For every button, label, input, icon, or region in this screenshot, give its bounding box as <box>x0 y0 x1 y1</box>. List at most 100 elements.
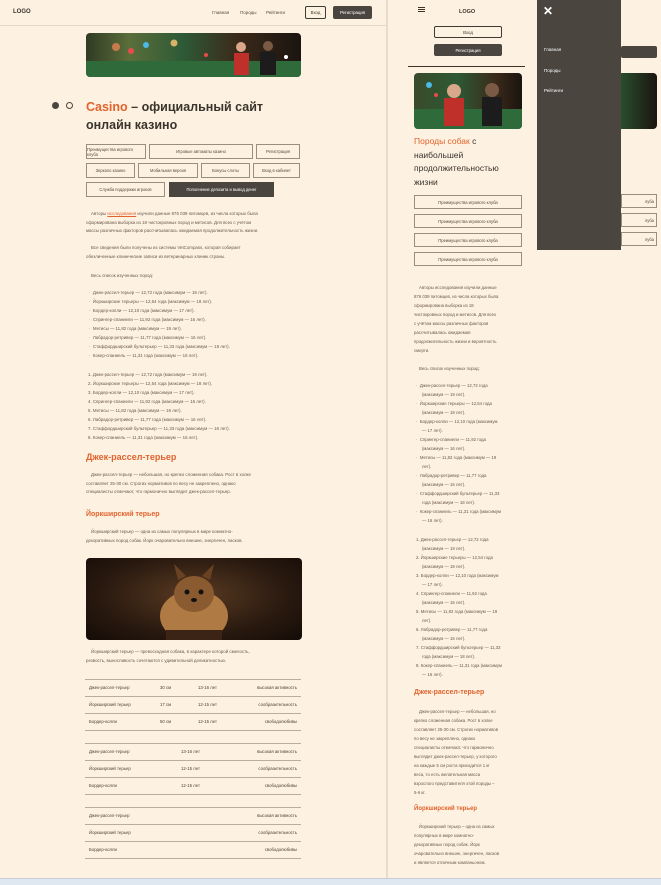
nav-item-ratings[interactable]: Рейтинги <box>266 10 285 15</box>
logo[interactable]: LOGO <box>13 9 31 15</box>
close-icon[interactable]: ✕ <box>543 4 553 18</box>
nav-item-breeds[interactable]: Породы <box>240 10 257 15</box>
mobile-heading-jack: Джек-рассел-терьер <box>414 689 485 696</box>
mobile-jack-line: крепко сложенная собака. Рост в холке <box>414 718 493 723</box>
list-item: 8. Кокер-спаниель — 11,31 года (максимум <box>416 663 502 668</box>
tag-slots[interactable]: Игровые автоматы казино <box>149 144 253 159</box>
list-item: (максимум — 16 лет). <box>422 446 466 451</box>
mobile-jack-line: по весу не закреплено, однако <box>414 736 476 741</box>
mobile-login-button[interactable]: Вход <box>434 26 502 38</box>
tag-mobile[interactable]: Мобильная версия <box>138 163 198 178</box>
drawer-item-ratings[interactable]: Рейтинги <box>544 88 563 93</box>
york-paragraph: Йоркширский терьер — одна из самых попул… <box>86 528 311 545</box>
list-item: · Метисы — 11,82 года (максимум — 19 <box>416 455 497 460</box>
mobile-jack-line: составляет 25-30 см. Строгих нормативов <box>414 727 498 732</box>
list-item: 4. Спрингер-спаниели — 11,92 года (макси… <box>88 399 206 404</box>
jack-line-1: Джек-рассел-терьер — небольшая, но крепк… <box>91 472 251 477</box>
mobile-title-line-3: продолжительностью <box>414 163 499 173</box>
nav-drawer: ✕ Главная Породы Рейтинги <box>537 0 621 250</box>
table-row: Йоркширский терьер 12-15 лет сообразительн… <box>85 761 301 778</box>
mobile-jack-line: выглядит джек-рассел-терьер, у которого <box>414 754 497 759</box>
dog-icon <box>160 564 228 640</box>
mobile-tag[interactable]: Преимущества игрового клуба <box>414 233 522 247</box>
tag-bonus[interactable]: Бонусы слоты <box>201 163 250 178</box>
list-item: (максимум — 16 лет). <box>422 600 466 605</box>
mobile-york-line: и является отличным компаньоном. <box>414 860 486 865</box>
casino-scene-icon <box>414 82 522 129</box>
tag-registration[interactable]: Регистрация <box>256 144 300 159</box>
list-item: · Йоркширские терьеры — 12,54 года (макс… <box>89 299 213 304</box>
table-row: Бордер-колли 12-15 лет свободолюбивы <box>85 778 301 795</box>
mobile-jack-line: взрослого представителя этой породы – <box>414 781 495 786</box>
list-item: лет). <box>422 464 432 469</box>
list-item: 5. Метисы — 11,82 года (максимум — 19 <box>416 609 498 614</box>
nav-item-main[interactable]: Главная <box>212 10 229 15</box>
mobile-intro-line: с учётом массы различных факторов <box>414 321 489 326</box>
york-line-2: декоративных пород собак. Йорк очаровате… <box>86 537 243 543</box>
mobile-intro-line: 876 039 питомцев, из числа которых была <box>414 294 499 299</box>
scrollbar[interactable] <box>386 0 388 885</box>
mobile-york-paragraph: Йоркширский терьер – одна из самых попул… <box>414 822 524 867</box>
list-item: · Метисы — 11,82 года (максимум — 19 лет… <box>89 326 182 331</box>
mobile-tag[interactable]: Преимущества игрового клуба <box>414 195 522 209</box>
list-item: · Лабрадор-ретривер — 11,77 года <box>416 473 487 478</box>
list-item: · Йоркширские терьеры — 12,54 года <box>416 401 492 406</box>
list-item: года (максимум — 18 лет). <box>422 654 476 659</box>
list-item: 4. Спрингер-спаниели — 11,92 года <box>416 591 487 596</box>
list-item: 3. Бордер-колли — 12,10 года (максимум <box>416 573 499 578</box>
mobile-york-line: Йоркширский терьер – одна из самых <box>419 824 495 829</box>
drawer-item-main[interactable]: Главная <box>544 47 561 52</box>
list-item: · Спрингер-спаниели — 11,92 года (максим… <box>89 317 206 322</box>
mobile-register-button[interactable]: Регистрация <box>434 44 502 56</box>
list-item: 3. Бордер-колли — 12,10 года (максимум —… <box>88 390 195 395</box>
mobile-jack-line: на каждые 5 см роста приходится 1 кг <box>414 763 490 768</box>
list-item: — 17 лет). <box>422 428 443 433</box>
mobile-title-line-4: жизни <box>414 176 438 187</box>
mobile-list-heading: Весь список изученных пород: <box>419 366 480 371</box>
drawer-item-breeds[interactable]: Породы <box>544 68 561 73</box>
york-line-1: Йоркширский терьер — одна из самых попул… <box>91 529 233 534</box>
login-button[interactable]: Вход <box>305 6 326 19</box>
jack-line-2: составляет 25-30 см. Строгих нормативов … <box>86 480 236 486</box>
hamburger-icon[interactable] <box>418 7 425 12</box>
tag-support[interactable]: Служба поддержки игроков <box>86 182 165 197</box>
mobile-logo[interactable]: LOGO <box>459 9 475 15</box>
list-item: (максимум — 19 лет). <box>422 392 466 397</box>
tag-cabinet[interactable]: Вход в кабинет <box>253 163 300 178</box>
list-item: · Стаффордширский бультерьер — 11,33 год… <box>89 344 230 349</box>
list-item: 8. Кокер-спаниель — 11,31 года (максимум… <box>88 435 199 440</box>
heading-jack-russell: Джек-рассел-терьер <box>86 452 177 462</box>
mobile-title-line-2: наибольшей <box>414 149 464 160</box>
tag-mirror[interactable]: Зеркало казино <box>86 163 135 178</box>
mobile-intro-line: чистокровных пород и метисов. Для всех <box>414 312 497 317</box>
slider-dot-active[interactable] <box>52 102 59 109</box>
casino-banner-image <box>86 33 301 77</box>
mobile-tag[interactable]: Преимущества игрового клуба <box>414 214 522 228</box>
mobile-jack-line: 5-6 кг. <box>414 790 426 795</box>
list-item: 5. Метисы — 11,82 года (максимум — 19 ле… <box>88 408 182 413</box>
tag-advantages[interactable]: Преимущества игрового клуба <box>86 144 146 159</box>
list-item: — 16 лет). <box>422 518 443 523</box>
list-item: лет). <box>422 618 432 623</box>
list-item: 1. Джек-рассел-терьер — 12,72 года (макс… <box>88 372 208 377</box>
title-text-2: онлайн казино <box>86 118 178 132</box>
list-item: · Джек-рассел-терьер — 12,72 года (макси… <box>89 290 208 295</box>
mobile-heading-york: Йоркширский терьер <box>414 806 478 812</box>
intro-line-3: массы различных факторов рассчитывалась … <box>86 228 259 233</box>
list-item: (максимум — 19 лет). <box>422 546 466 551</box>
casino-scene-icon <box>86 39 301 77</box>
tag-deposit[interactable]: Пополнение депозита и вывод денег <box>169 182 274 197</box>
list-item: 7. Стаффордширский бультерьер — 11,33 го… <box>88 426 230 431</box>
mobile-bullet-list: · Джек-рассел-терьер — 12,72 года (макси… <box>416 381 524 525</box>
list-item: · Кокер-спаниель — 11,31 года (максимум … <box>89 353 199 358</box>
york-paragraph-2: Йоркширский терьер — превосходная собака… <box>86 648 311 665</box>
vetcompass-paragraph: Все сведения были получены из системы Ve… <box>86 244 306 261</box>
list-item: (максимум — 16 лет). <box>422 482 466 487</box>
heading-yorkshire: Йоркширский терьер <box>86 511 160 518</box>
research-link[interactable]: исследования <box>107 211 136 216</box>
register-button[interactable]: Регистрация <box>333 6 372 19</box>
mobile-tag[interactable]: Преимущества игрового клуба <box>414 252 522 266</box>
slider-dot[interactable] <box>66 102 73 109</box>
intro-text-b: изучили данные 876 039 питомцев, из числ… <box>136 211 258 216</box>
page-title: Casino – официальный сайт онлайн казино <box>86 98 263 134</box>
